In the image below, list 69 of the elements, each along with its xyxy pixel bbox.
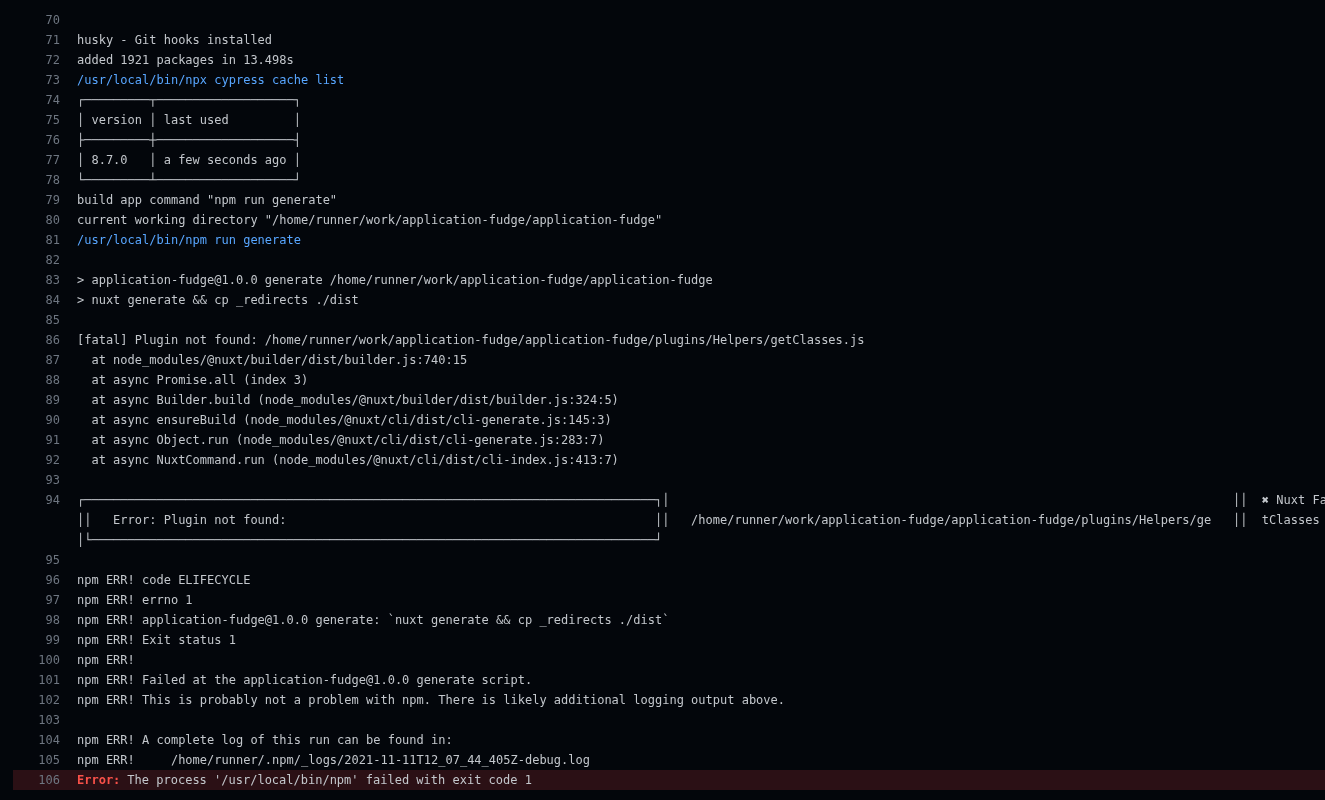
log-text: │ version │ last used │ <box>77 111 301 129</box>
line-number: 83 <box>44 272 60 289</box>
line-number: 78 <box>44 172 60 189</box>
log-text: └─────────┴───────────────────┘ <box>77 171 301 189</box>
line-number: 88 <box>44 372 60 389</box>
log-text: added 1921 packages in 13.498s <box>77 52 294 69</box>
line-number: 71 <box>44 32 60 49</box>
line-number: 103 <box>37 712 60 729</box>
log-text: npm ERR! Exit status 1 <box>77 632 236 649</box>
log-text: > nuxt generate && cp _redirects ./dist <box>77 292 359 309</box>
log-text: npm ERR! application-fudge@1.0.0 generate: `nuxt generate && cp _redirects ./dist` <box>77 612 670 629</box>
line-number: 82 <box>44 252 60 269</box>
log-text: npm ERR! code ELIFECYCLE <box>77 572 251 589</box>
log-text: npm ERR! /home/runner/.npm/_logs/2021-11-11T12_07_44_405Z-debug.log <box>77 752 590 769</box>
log-text: at async Builder.build (node_modules/@nuxt/builder/dist/builder.js:324:5) <box>90 392 619 409</box>
line-number: 105 <box>37 752 60 769</box>
log-text: npm ERR! Failed at the application-fudge@1.0.0 generate script. <box>77 672 533 689</box>
line-number: 92 <box>44 452 60 469</box>
line-number: 76 <box>44 132 60 149</box>
line-number: 87 <box>44 352 60 369</box>
line-number: 96 <box>44 572 60 589</box>
log-text: The process '/usr/local/bin/npm' failed with exit code 1 <box>127 772 532 789</box>
line-number: 95 <box>44 552 60 569</box>
log-text: npm ERR! errno 1 <box>77 592 193 609</box>
line-number: 80 <box>44 212 60 229</box>
line-number: 91 <box>44 432 60 449</box>
log-text: at node_modules/@nuxt/builder/dist/builder.js:740:15 <box>90 352 468 369</box>
line-number: 101 <box>37 672 60 689</box>
line-number: 75 <box>44 112 60 129</box>
line-number: 100 <box>37 652 60 669</box>
log-text: ┌───────────────────────────────────────────────────────────────────────────────┐│ ││ ✖ Nuxt Fa ││ Error: Plugin not found: ││ /home/runner/work/application-fudge/application-fudge/plugins/Helpers/ge ││ tClasses │└──────────────────────────────────────────────────────────────────────────────┘ <box>77 491 1325 549</box>
line-number: 93 <box>44 472 60 489</box>
log-text: build app command "npm run generate" <box>77 192 338 209</box>
line-number: 85 <box>44 312 60 329</box>
line-number: 86 <box>44 332 60 349</box>
line-number: 77 <box>44 152 60 169</box>
line-number: 89 <box>44 392 60 409</box>
line-number: 104 <box>37 732 60 749</box>
line-number: 106 <box>37 772 60 789</box>
log-text: npm ERR! <box>77 652 135 669</box>
log-text: at async ensureBuild (node_modules/@nuxt/cli/dist/cli-generate.js:145:3) <box>90 412 612 429</box>
line-number: 73 <box>44 72 60 89</box>
log-text: ├─────────┼───────────────────┤ <box>77 131 301 149</box>
log-text: > application-fudge@1.0.0 generate /home/runner/work/application-fudge/application-fudge <box>77 272 713 289</box>
error-label: Error: <box>77 772 121 789</box>
log-text: npm ERR! A complete log of this run can be found in: <box>77 732 453 749</box>
line-number: 70 <box>44 12 60 29</box>
log-text: at async Promise.all (index 3) <box>90 372 309 389</box>
log-text: husky - Git hooks installed <box>77 32 273 49</box>
line-number: 74 <box>44 92 60 109</box>
log-text: [fatal] Plugin not found: /home/runner/work/application-fudge/application-fudge/plugins/Helpers/getClasses.js <box>77 332 865 349</box>
line-number: 84 <box>44 292 60 309</box>
line-number: 98 <box>44 612 60 629</box>
line-number: 94 <box>44 492 60 509</box>
log-text: /usr/local/bin/npx cypress cache list <box>77 72 345 89</box>
line-number: 81 <box>44 232 60 249</box>
log-text: │ 8.7.0 │ a few seconds ago │ <box>77 151 301 169</box>
line-number: 99 <box>44 632 60 649</box>
log-text: at async Object.run (node_modules/@nuxt/cli/dist/cli-generate.js:283:7) <box>90 432 605 449</box>
line-number: 79 <box>44 192 60 209</box>
line-number: 102 <box>37 692 60 709</box>
log-text: /usr/local/bin/npm run generate <box>77 232 301 249</box>
log-text: ┌─────────┬───────────────────┐ <box>77 92 301 109</box>
line-number: 72 <box>44 52 60 69</box>
line-number: 97 <box>44 592 60 609</box>
log-text: at async NuxtCommand.run (node_modules/@nuxt/cli/dist/cli-index.js:413:7) <box>90 452 619 469</box>
line-number: 90 <box>44 412 60 429</box>
log-text: current working directory "/home/runner/work/application-fudge/application-fudge" <box>77 212 663 229</box>
log-text: npm ERR! This is probably not a problem with npm. There is likely additional logging output above. <box>77 692 785 709</box>
